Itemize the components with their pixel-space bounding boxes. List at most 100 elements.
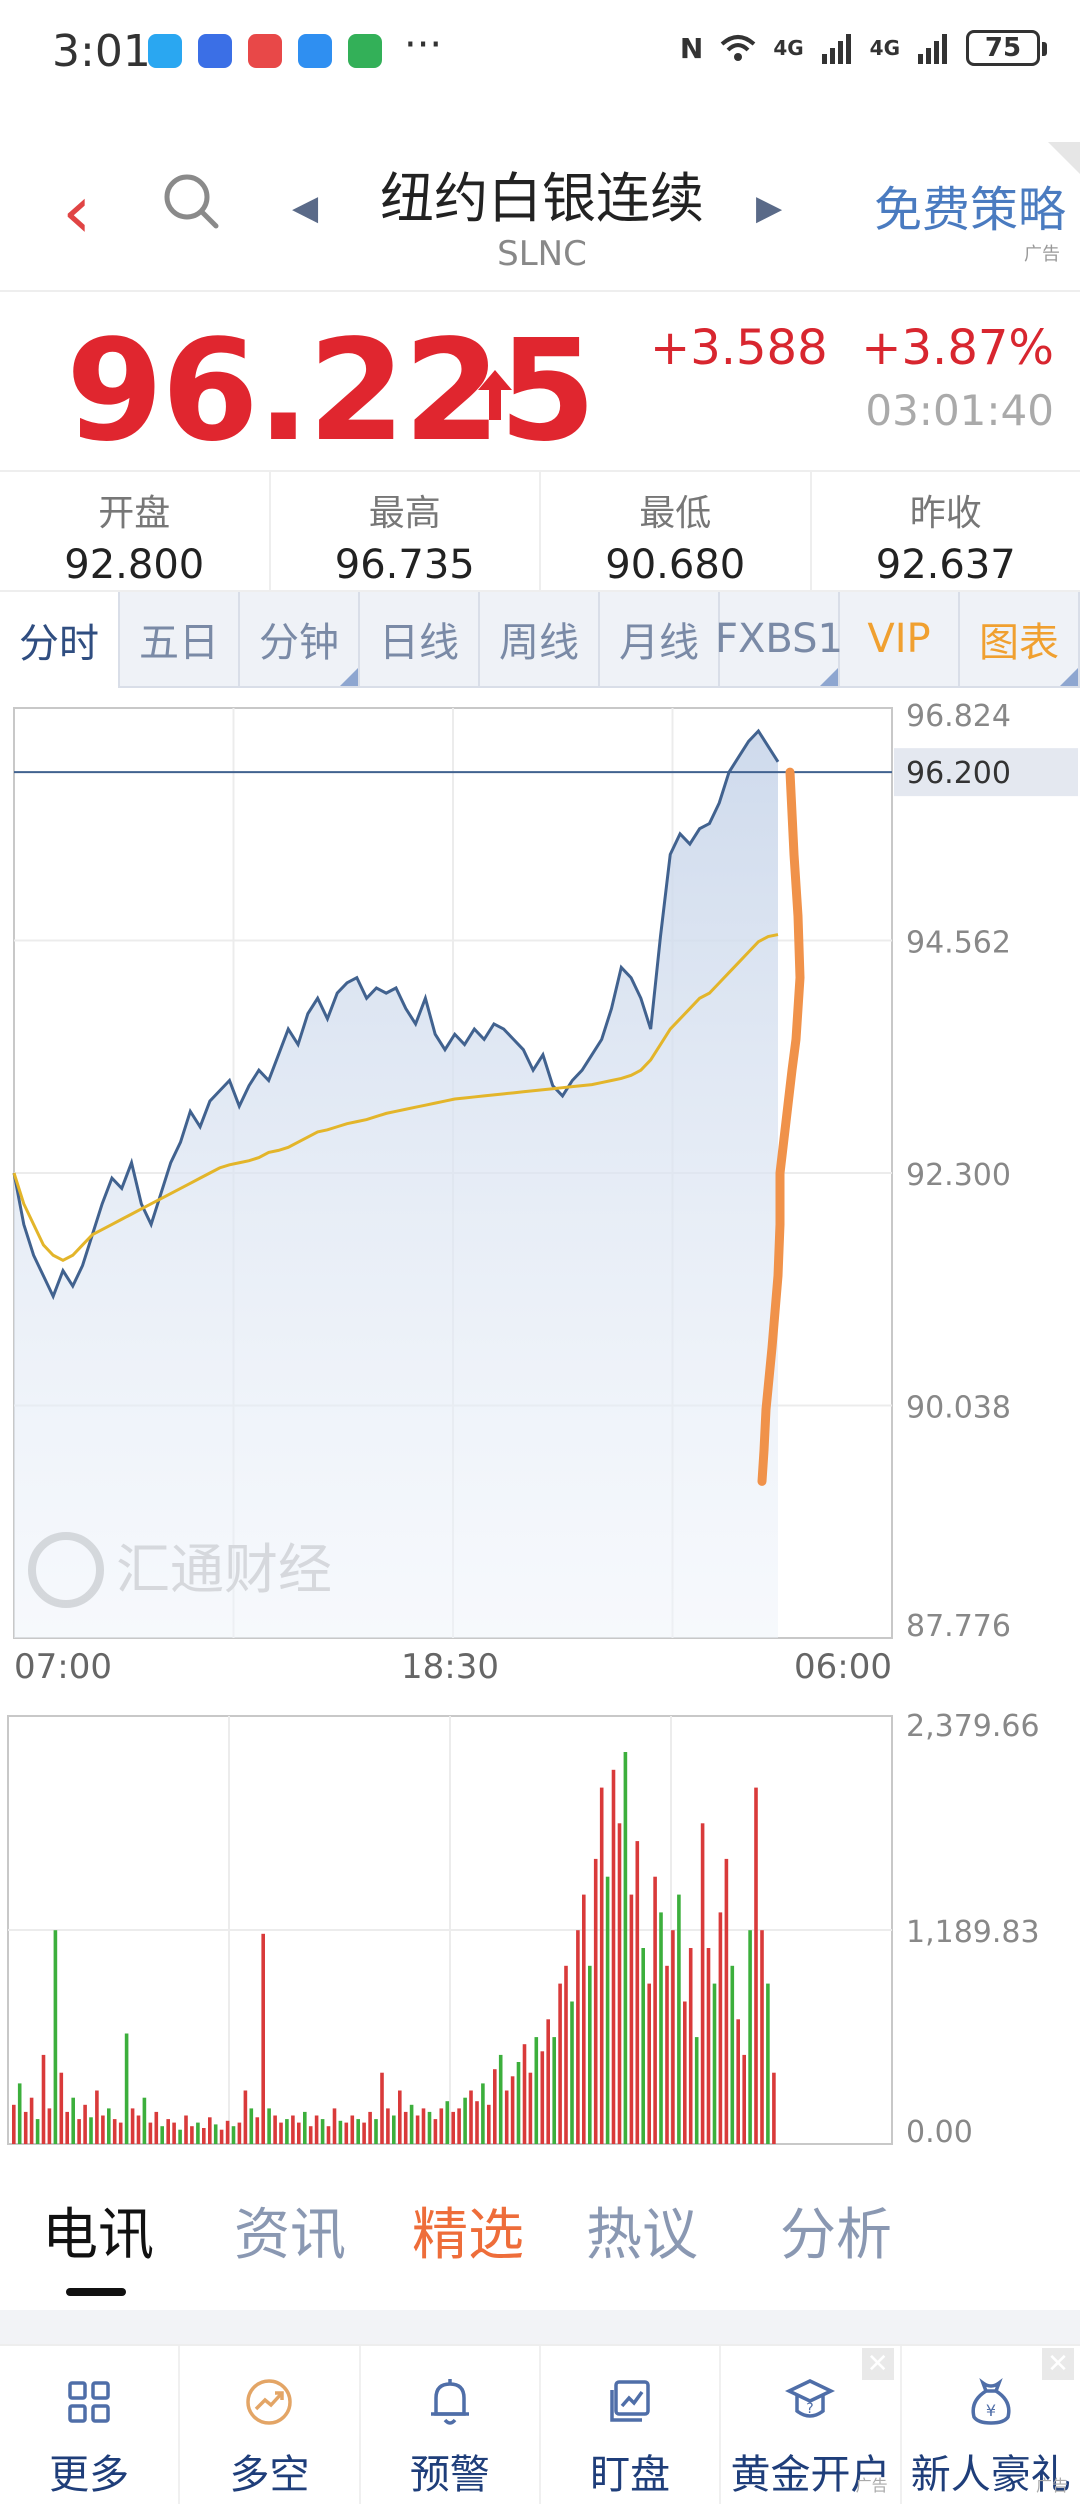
tab-discussion[interactable]: 热议 [586,2190,698,2271]
volume-bar [285,2119,289,2144]
free-strategy-link[interactable]: 免费策略 [874,170,1066,240]
volume-bar [166,2119,170,2144]
alert-button[interactable]: 预警 [361,2346,541,2504]
chart-period-tabs: 分时 五日 分钟 日线 周线 月线 FXBS1 VIP 图表 [0,592,1080,688]
volume-bar [469,2090,473,2144]
close-icon[interactable]: ✕ [1041,2348,1074,2380]
volume-bar [712,1983,717,2144]
volume-bar [279,2122,283,2144]
volume-bar [320,2119,325,2144]
volume-bar [12,2104,16,2144]
tab-period-1[interactable]: 五日 [120,592,240,688]
price-y-tick: 87.776 [906,1609,1011,1644]
status-bar: 3:01 ··· N 4G 4G 75 [0,0,1080,100]
newbie-gift-button[interactable]: ✕ ¥ 新人豪礼 广告 [902,2346,1080,2504]
volume-bar [273,2115,277,2144]
volume-bar [308,2126,313,2144]
volume-bar [516,2062,521,2144]
volume-bar [332,2108,337,2144]
volume-bar [599,1787,604,2144]
browser-app-icon [348,34,382,68]
volume-bar [617,1823,622,2144]
volume-bar [694,2037,699,2144]
signal-label-2: 4G [869,36,900,60]
volume-bar [398,2090,402,2144]
volume-bar [356,2119,360,2144]
next-symbol-icon[interactable]: ▶ [756,188,782,228]
volume-bar [588,1965,592,2144]
ad-label: 广告 [1024,244,1060,265]
audio-app-icon [198,34,232,68]
status-time: 3:01 [52,26,151,77]
volume-y-tick: 1,189.83 [906,1915,1040,1950]
tab-corner-mark [820,668,838,686]
tab-telegraph[interactable]: 电讯 [42,2190,154,2271]
watch-board-button[interactable]: 盯盘 [541,2346,722,2504]
volume-bar [255,2117,260,2144]
volume-bar [374,2119,378,2144]
tab-analysis[interactable]: 分析 [780,2190,892,2271]
tab-period-7[interactable]: VIP [840,592,960,688]
volume-y-tick: 2,379.66 [906,1709,1040,1744]
volume-bar [53,1930,58,2144]
corner-decoration [1048,142,1080,174]
close-icon[interactable]: ✕ [861,2348,894,2380]
tab-period-5[interactable]: 月线 [600,592,720,688]
volume-bar [231,2126,236,2144]
volume-bar [641,1948,645,2144]
volume-bar [95,2090,99,2144]
volume-bar [237,2122,242,2144]
gold-account-button[interactable]: ✕ ? 黄金开户 广告 [721,2346,902,2504]
tab-period-4[interactable]: 周线 [480,592,600,688]
volume-bar [184,2115,188,2144]
volume-bar [659,1912,663,2144]
volume-bar [481,2083,485,2144]
bell-icon [361,2374,539,2430]
trend-circle-icon [180,2374,358,2430]
volume-bar [142,2097,147,2144]
volume-bar [629,1894,634,2144]
volume-bar [564,1965,568,2144]
tab-period-8[interactable]: 图表 [960,592,1080,688]
volume-bar [487,2104,491,2144]
price-change-percent: +3.87% [861,320,1054,376]
tab-featured[interactable]: 精选 [412,2190,524,2271]
tab-news[interactable]: 资讯 [234,2190,346,2271]
tab-period-2[interactable]: 分钟 [240,592,360,688]
volume-bar [635,1841,640,2144]
volume-bar [445,2101,450,2144]
volume-bar [35,2119,40,2144]
long-short-button[interactable]: 多空 [180,2346,361,2504]
volume-bar [546,2019,550,2144]
volume-bar [677,1894,681,2144]
volume-bar [136,2115,141,2144]
symbol-code: SLNC [497,234,587,274]
volume-bar [540,2051,545,2144]
tab-period-0[interactable]: 分时 [0,592,120,688]
tab-period-3[interactable]: 日线 [360,592,480,688]
price-x-tick: 18:30 [401,1647,499,1687]
tab-period-6[interactable]: FXBS1 [715,592,843,688]
prev-symbol-icon[interactable]: ◀ [292,188,318,228]
volume-bar [605,1876,610,2144]
stat-open: 开盘 92.800 [0,472,271,590]
volume-bar [706,1948,711,2144]
back-icon[interactable]: ‹ [62,175,92,249]
volume-bar [249,2108,254,2144]
volume-bar [261,1933,265,2144]
price-y-tick: 92.300 [906,1158,1011,1193]
volume-bar [576,1930,580,2144]
volume-bar [534,2037,539,2144]
volume-bar [611,1769,616,2144]
volume-bar [23,2111,28,2144]
volume-bar [392,2115,396,2144]
signal-icon-1 [821,34,851,64]
search-icon[interactable] [160,170,222,236]
more-button[interactable]: 更多 [0,2346,181,2504]
stat-high: 最高 96.735 [271,472,541,590]
volume-bar [433,2119,438,2144]
volume-bar [65,2111,69,2144]
volume-bar [380,2072,384,2144]
svg-text:?: ? [807,2401,814,2417]
price-volume-chart[interactable]: 96.82494.56292.30090.03887.776汇通财经96.200… [0,700,1080,2150]
